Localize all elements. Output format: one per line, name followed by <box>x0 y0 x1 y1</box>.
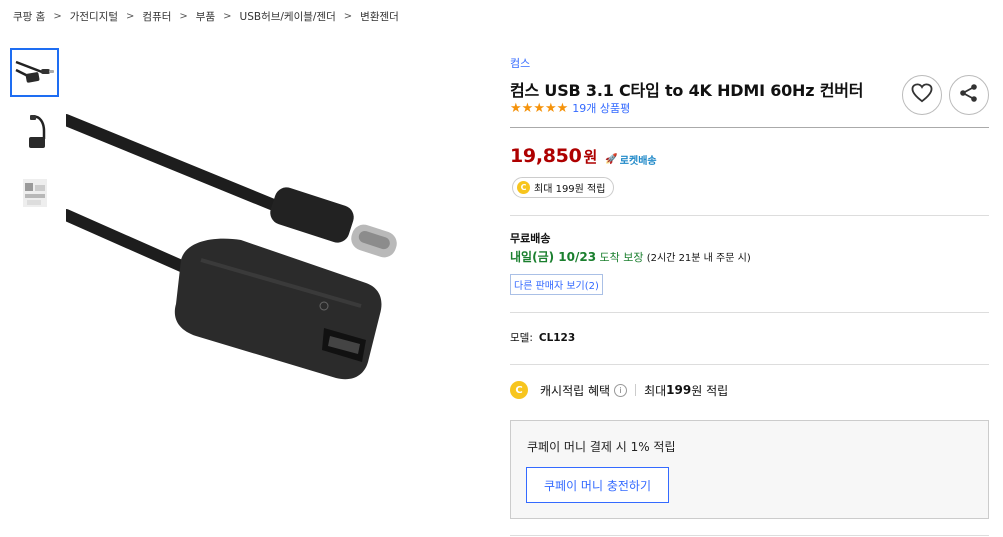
product-main-image <box>60 100 466 400</box>
arrival-info: 내일(금) 10/23 도착 보장 (2시간 21분 내 주문 시) <box>510 248 751 265</box>
rocket-icon: 🚀 <box>605 154 618 165</box>
cash-reward-pill: C 최대 199원 적립 <box>512 177 615 198</box>
brand-link[interactable]: 컴스 <box>510 55 990 71</box>
breadcrumb-item-parts[interactable]: 부품 <box>196 9 215 24</box>
breadcrumb-item-adapter[interactable]: 변환젠더 <box>360 9 399 24</box>
breadcrumb: 쿠팡 홈 > 가전디지털 > 컴퓨터 > 부품 > USB허브/케이블/젠더 >… <box>13 9 399 24</box>
arrival-guarantee: 도착 보장 <box>596 251 644 264</box>
breadcrumb-item-appliances[interactable]: 가전디지털 <box>70 9 118 24</box>
price-currency: 원 <box>583 148 598 166</box>
divider <box>510 364 989 365</box>
info-icon[interactable]: i <box>614 383 628 397</box>
model-value: CL123 <box>538 332 576 344</box>
breadcrumb-item-usb-hub[interactable]: USB허브/케이블/젠더 <box>240 9 336 24</box>
rocket-delivery-badge: 🚀 로켓배송 <box>605 152 656 167</box>
coin-icon: C <box>510 381 528 399</box>
star-icon: ★ <box>510 100 522 116</box>
star-icon: ★ <box>544 100 557 116</box>
arrival-condition: (2시간 21분 내 주문 시) <box>643 253 751 264</box>
share-icon <box>959 83 979 107</box>
chevron-right-icon: > <box>126 11 135 22</box>
coupay-text: 쿠페이 머니 결제 시 1% 적립 <box>527 440 676 454</box>
chevron-right-icon: > <box>343 11 353 22</box>
star-icon: ★ <box>521 100 534 116</box>
chevron-right-icon: > <box>53 11 62 22</box>
coupay-box: 쿠페이 머니 결제 시 1% 적립 쿠페이 머니 충전하기 <box>510 420 989 519</box>
arrival-date: 내일(금) 10/23 <box>510 250 597 264</box>
cash-reward-text: 최대 199원 적립 <box>534 184 606 195</box>
heart-icon <box>911 83 933 107</box>
product-info: 컴스 컴스 USB 3.1 C타입 to 4K HDMI 60Hz 컨버터 ★ … <box>510 55 990 536</box>
cash-benefit-amount: 199 <box>666 383 692 397</box>
chevron-right-icon: > <box>179 11 188 22</box>
model-label: 모델: <box>510 332 533 344</box>
coupay-charge-button[interactable]: 쿠페이 머니 충전하기 <box>526 467 669 503</box>
share-button[interactable] <box>949 75 989 115</box>
price-value: 19,850 <box>510 145 582 167</box>
shipping-title: 무료배송 <box>510 232 551 245</box>
breadcrumb-item-computer[interactable]: 컴퓨터 <box>142 9 171 24</box>
product-title: 컴스 USB 3.1 C타입 to 4K HDMI 60Hz 컨버터 <box>510 81 864 100</box>
thumbnail-2[interactable] <box>10 108 59 157</box>
rating: ★ ★ ★ ★ ★ 19개 상품평 <box>510 100 630 116</box>
divider <box>510 215 989 216</box>
thumbnail-list <box>10 48 59 228</box>
other-sellers-button[interactable]: 다른 판매자 보기(2) <box>510 274 603 295</box>
divider <box>510 312 989 313</box>
price-row: 19,850 원 🚀 로켓배송 <box>510 145 657 167</box>
divider <box>510 535 989 536</box>
star-icon: ★ <box>556 100 569 116</box>
review-count-link[interactable]: 19개 상품평 <box>572 100 630 116</box>
chevron-right-icon: > <box>223 11 232 22</box>
wishlist-button[interactable] <box>902 75 942 115</box>
breadcrumb-item-home[interactable]: 쿠팡 홈 <box>13 9 45 24</box>
star-icon: ★ <box>533 100 545 116</box>
cash-benefit-prefix: 최대 <box>644 383 667 398</box>
thumbnail-1[interactable] <box>10 48 59 97</box>
divider <box>510 127 989 128</box>
cash-benefit-suffix: 원 적립 <box>691 383 729 398</box>
cash-benefit: C 캐시적립 혜택 i 최대 199 원 적립 <box>510 381 728 399</box>
cash-benefit-label: 캐시적립 혜택 <box>540 383 611 398</box>
coin-icon: C <box>517 181 530 194</box>
star-rating: ★ ★ ★ ★ ★ <box>510 102 568 115</box>
separator <box>635 384 637 396</box>
rocket-label: 로켓배송 <box>619 156 657 167</box>
model-info: 모델: CL123 <box>510 330 575 345</box>
thumbnail-3[interactable] <box>10 168 59 217</box>
